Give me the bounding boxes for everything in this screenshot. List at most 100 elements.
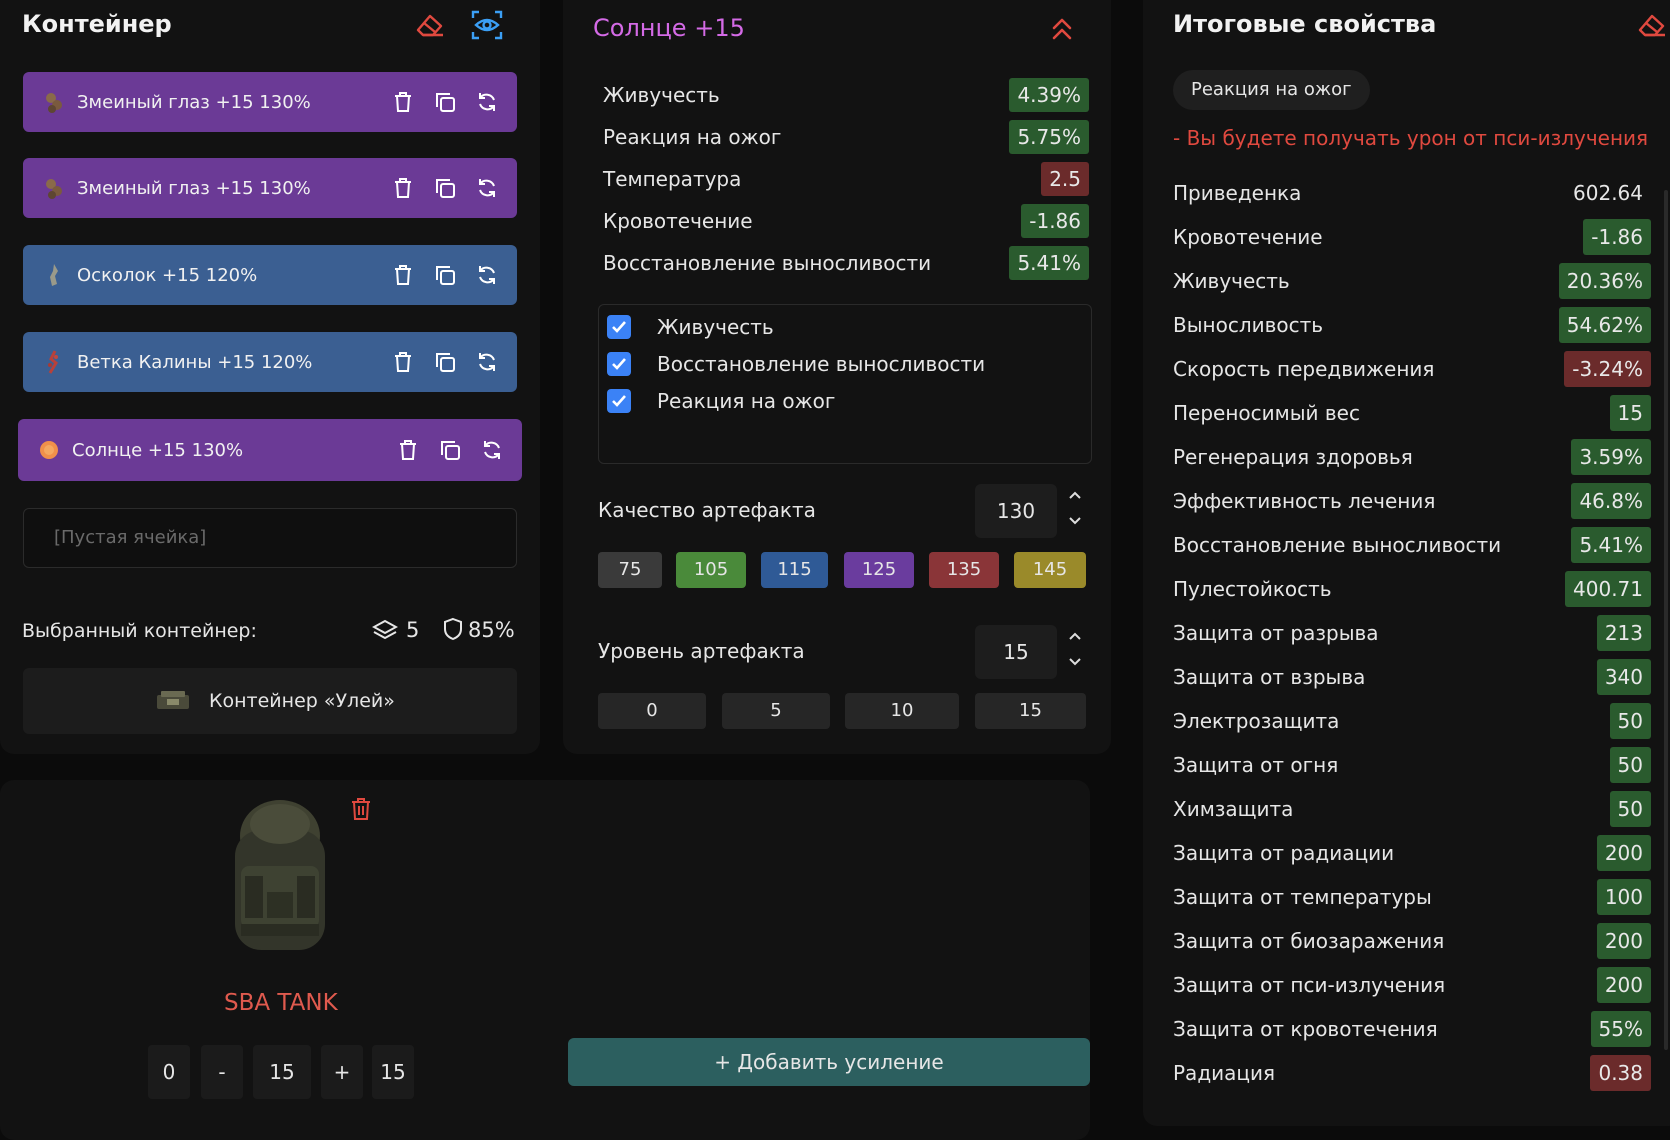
checkbox-label: Реакция на ожог <box>657 389 836 413</box>
eraser-icon[interactable] <box>412 10 446 40</box>
checkbox-checked-icon[interactable] <box>607 352 631 376</box>
trash-icon[interactable] <box>396 438 420 462</box>
delete-armor-icon[interactable] <box>350 797 372 821</box>
artifact-row-3[interactable]: Осколок +15 120% <box>23 245 517 305</box>
stat-name: Реакция на ожог <box>603 125 782 149</box>
stat-name: Защита от огня <box>1173 753 1339 777</box>
quality-preset-115[interactable]: 115 <box>761 552 828 588</box>
copy-icon[interactable] <box>433 350 457 374</box>
trash-icon[interactable] <box>391 350 415 374</box>
copy-icon[interactable] <box>433 263 457 287</box>
artifact-detail-title: Солнце +15 <box>593 14 745 42</box>
armor-level-input[interactable]: 15 <box>253 1045 311 1099</box>
stat-name: Защита от биозаражения <box>1173 929 1445 953</box>
quality-preset-75[interactable]: 75 <box>598 552 662 588</box>
snake-eye-artifact-icon <box>41 175 67 201</box>
refresh-icon[interactable] <box>475 176 499 200</box>
trash-icon[interactable] <box>391 176 415 200</box>
copy-icon[interactable] <box>433 90 457 114</box>
stat-value: 50 <box>1609 791 1651 827</box>
quality-preset-145[interactable]: 145 <box>1014 552 1086 588</box>
stat-value: 0.38 <box>1590 1055 1651 1091</box>
refresh-icon[interactable] <box>475 350 499 374</box>
stat-value: 46.8% <box>1571 483 1651 519</box>
level-up-icon[interactable] <box>1066 629 1084 643</box>
totals-stat-row: Химзащита 50 <box>1173 791 1651 827</box>
artifact-row-4[interactable]: Ветка Калины +15 120% <box>23 332 517 392</box>
stat-name: Защита от температуры <box>1173 885 1432 909</box>
stat-value: 5.75% <box>1009 120 1089 154</box>
level-preset-15[interactable]: 15 <box>975 693 1086 729</box>
stat-value: -1.86 <box>1021 204 1089 238</box>
totals-stat-row: Скорость передвижения -3.24% <box>1173 351 1651 387</box>
checkbox-item[interactable]: Восстановление выносливости <box>607 352 985 376</box>
quality-up-icon[interactable] <box>1066 488 1084 502</box>
quality-preset-125[interactable]: 125 <box>844 552 914 588</box>
eye-scan-icon[interactable] <box>470 8 504 42</box>
quality-preset-135[interactable]: 135 <box>929 552 999 588</box>
stat-name: Химзащита <box>1173 797 1294 821</box>
armor-level-plus-button[interactable]: + <box>321 1045 363 1099</box>
stat-name: Восстановление выносливости <box>1173 533 1502 557</box>
stat-name: Защита от взрыва <box>1173 665 1366 689</box>
trash-icon[interactable] <box>391 263 415 287</box>
armor-level-min-button[interactable]: 0 <box>148 1045 190 1099</box>
totals-stat-row: Радиация 0.38 <box>1173 1055 1651 1091</box>
refresh-icon[interactable] <box>475 263 499 287</box>
eraser-icon[interactable] <box>1634 10 1668 40</box>
artifact-label: Ветка Калины +15 120% <box>77 351 313 373</box>
stat-value: 50 <box>1609 747 1651 783</box>
checkbox-checked-icon[interactable] <box>607 315 631 339</box>
refresh-icon[interactable] <box>475 90 499 114</box>
copy-icon[interactable] <box>438 438 462 462</box>
armor-level-minus-button[interactable]: - <box>201 1045 243 1099</box>
stat-value: 100 <box>1596 879 1651 915</box>
checkbox-label: Живучесть <box>657 315 774 339</box>
armor-level-max-button[interactable]: 15 <box>372 1045 414 1099</box>
layers-icon <box>372 618 398 642</box>
checkbox-checked-icon[interactable] <box>607 389 631 413</box>
armor-name: SBA TANK <box>224 990 338 1016</box>
stat-value: 340 <box>1596 659 1651 695</box>
quality-down-icon[interactable] <box>1066 514 1084 528</box>
checkbox-item[interactable]: Живучесть <box>607 315 774 339</box>
viburnum-branch-artifact-icon <box>41 349 67 375</box>
quality-preset-105[interactable]: 105 <box>676 552 746 588</box>
collapse-chevrons-icon[interactable] <box>1050 16 1074 42</box>
checkbox-item[interactable]: Реакция на ожог <box>607 389 835 413</box>
stat-name: Защита от пси-излучения <box>1173 973 1446 997</box>
artifact-row-5-selected[interactable]: Солнце +15 130% <box>18 419 522 481</box>
scrollbar-track[interactable] <box>1664 190 1668 1050</box>
stat-name: Кровотечение <box>1173 225 1323 249</box>
artifact-stat-row: Кровотечение -1.86 <box>603 204 1089 238</box>
add-enhancement-button[interactable]: + Добавить усиление <box>568 1038 1090 1086</box>
empty-slot[interactable]: [Пустая ячейка] <box>23 508 517 568</box>
copy-icon[interactable] <box>433 176 457 200</box>
totals-stat-row: Регенерация здоровья 3.59% <box>1173 439 1651 475</box>
level-input[interactable]: 15 <box>975 625 1057 679</box>
quality-input[interactable]: 130 <box>975 484 1057 538</box>
shield-icon <box>442 616 464 642</box>
stat-name: Защита от разрыва <box>1173 621 1379 645</box>
level-preset-0[interactable]: 0 <box>598 693 706 729</box>
stat-name: Регенерация здоровья <box>1173 445 1413 469</box>
level-label: Уровень артефакта <box>598 639 805 663</box>
totals-stat-row: Эффективность лечения 46.8% <box>1173 483 1651 519</box>
totals-stat-row: Защита от разрыва 213 <box>1173 615 1651 651</box>
artifact-label: Змеиный глаз +15 130% <box>77 177 311 199</box>
artifact-row-1[interactable]: Змеиный глаз +15 130% <box>23 72 517 132</box>
trash-icon[interactable] <box>391 90 415 114</box>
stat-value: 5.41% <box>1571 527 1651 563</box>
stat-value: 50 <box>1609 703 1651 739</box>
refresh-icon[interactable] <box>480 438 504 462</box>
stat-name: Живучесть <box>1173 269 1290 293</box>
artifact-stat-row: Восстановление выносливости 5.41% <box>603 246 1089 280</box>
level-preset-10[interactable]: 10 <box>845 693 959 729</box>
artifact-row-2[interactable]: Змеиный глаз +15 130% <box>23 158 517 218</box>
container-hive-icon <box>155 688 191 714</box>
level-preset-5[interactable]: 5 <box>722 693 830 729</box>
level-down-icon[interactable] <box>1066 655 1084 669</box>
container-select-button[interactable]: Контейнер «Улей» <box>23 668 517 734</box>
totals-stat-row: Защита от пси-излучения 200 <box>1173 967 1651 1003</box>
stat-name: Восстановление выносливости <box>603 251 932 275</box>
